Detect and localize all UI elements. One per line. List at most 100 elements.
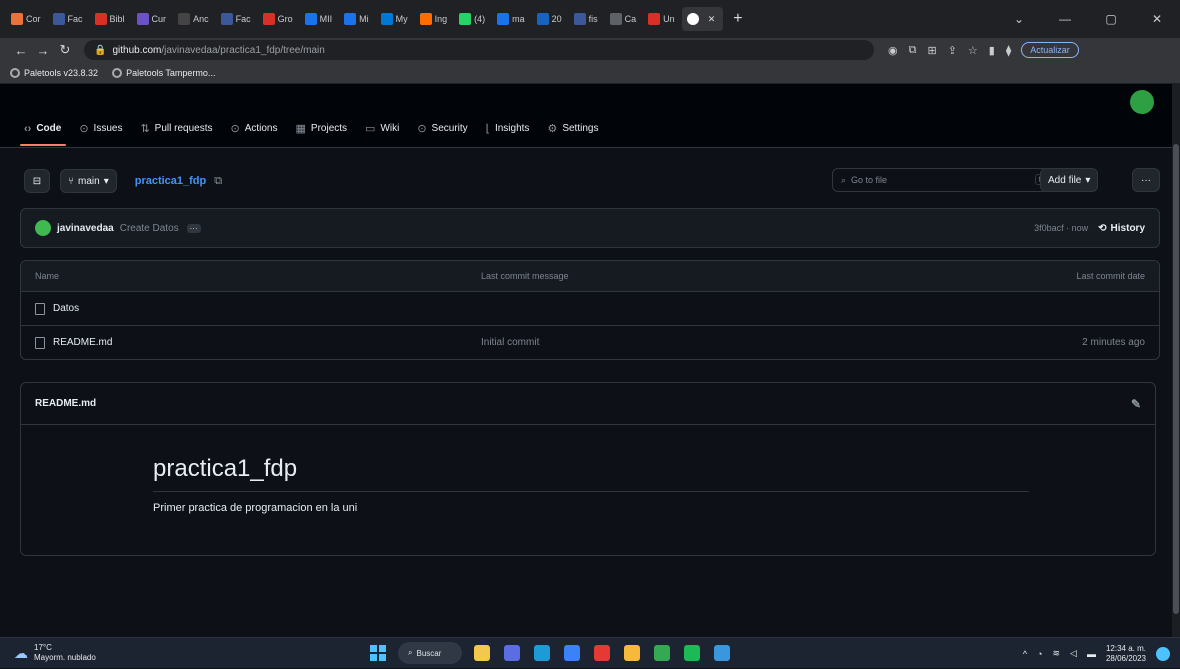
tab-settings[interactable]: ⚙ Settings bbox=[547, 122, 598, 135]
bookmark-item[interactable]: Paletools Tampermo... bbox=[112, 67, 215, 78]
commit-author[interactable]: javinavedaa bbox=[57, 223, 114, 234]
file-table: Name Last commit message Last commit dat… bbox=[20, 260, 1160, 360]
translate-icon[interactable]: ⊞ bbox=[927, 44, 936, 57]
temperature: 17°C bbox=[34, 643, 52, 652]
maximize-button[interactable]: ▢ bbox=[1088, 12, 1134, 26]
screenshot-icon[interactable]: ⧉ bbox=[909, 44, 917, 57]
chrome-icon[interactable] bbox=[654, 645, 670, 661]
google-lens-icon[interactable]: ◉ bbox=[888, 44, 898, 57]
weather-widget[interactable]: ☁ 17°C Mayorm. nublado bbox=[0, 643, 96, 663]
commit-author-avatar[interactable] bbox=[35, 220, 51, 236]
github-icon bbox=[686, 13, 699, 25]
browser-tab[interactable]: Anc bbox=[173, 7, 214, 31]
taskbar-search[interactable]: ⌕ Buscar bbox=[398, 642, 462, 664]
copy-path-icon[interactable]: ⧉ bbox=[214, 175, 222, 188]
user-avatar[interactable] bbox=[1130, 90, 1154, 114]
url-path: /javinavedaa/practica1_fdp/tree/main bbox=[161, 44, 325, 56]
browser-tab[interactable]: Un bbox=[643, 7, 680, 31]
chevron-up-icon[interactable]: ^ bbox=[1023, 649, 1027, 659]
battery-icon[interactable]: ▬ bbox=[1087, 649, 1096, 659]
back-icon[interactable]: ← bbox=[10, 43, 32, 58]
tab-projects[interactable]: ▦ Projects bbox=[296, 122, 348, 135]
browser-tab[interactable]: Gro bbox=[258, 7, 298, 31]
table-row[interactable]: README.md Initial commit 2 minutes ago bbox=[21, 325, 1159, 359]
sidebar-toggle-button[interactable]: ⊟ bbox=[24, 169, 50, 193]
more-options-button[interactable]: ··· bbox=[1132, 168, 1160, 192]
bookmark-star-icon[interactable]: ☆ bbox=[968, 44, 978, 57]
add-file-button[interactable]: Add file ▾ bbox=[1040, 168, 1099, 192]
tab-pull-requests[interactable]: ⇅ Pull requests bbox=[140, 122, 212, 135]
tab-search-icon[interactable]: ⌄ bbox=[996, 12, 1042, 26]
scrollbar[interactable] bbox=[1172, 84, 1180, 637]
tab-favicon-icon bbox=[573, 13, 586, 25]
new-tab-button[interactable]: + bbox=[733, 10, 742, 28]
browser-tab[interactable]: Ca bbox=[605, 7, 642, 31]
minimize-button[interactable]: — bbox=[1042, 12, 1088, 26]
readme-filename[interactable]: README.md bbox=[35, 398, 96, 409]
file-commit-message[interactable]: Initial commit bbox=[481, 337, 1041, 348]
scrollbar-thumb[interactable] bbox=[1173, 144, 1179, 614]
close-window-button[interactable]: ✕ bbox=[1134, 12, 1180, 26]
tab-security[interactable]: ⊙ Security bbox=[417, 122, 467, 135]
opera-icon[interactable] bbox=[594, 645, 610, 661]
active-tab[interactable]: ✕ bbox=[681, 7, 724, 31]
browser-tab[interactable]: Bibl bbox=[90, 7, 130, 31]
extensions-icon[interactable]: ⧫ bbox=[1006, 44, 1011, 57]
vscode-icon[interactable] bbox=[714, 645, 730, 661]
edge-icon[interactable] bbox=[534, 645, 550, 661]
tab-issues[interactable]: ⊙ Issues bbox=[79, 122, 122, 135]
browser-tab[interactable]: Fac bbox=[48, 7, 88, 31]
browser-tab[interactable]: Cur bbox=[132, 7, 172, 31]
tab-insights[interactable]: ⌊ Insights bbox=[486, 122, 530, 135]
reload-icon[interactable]: ↻ bbox=[54, 42, 76, 58]
sidepanel-icon[interactable]: ▮ bbox=[989, 44, 995, 57]
browser-tab[interactable]: Fac bbox=[216, 7, 256, 31]
commit-message[interactable]: Create Datos bbox=[120, 223, 179, 234]
browser-tab[interactable]: MII bbox=[300, 7, 338, 31]
globe-icon bbox=[10, 67, 20, 78]
notification-icon[interactable] bbox=[1156, 646, 1170, 661]
file-name[interactable]: README.md bbox=[53, 337, 112, 348]
file-name[interactable]: Datos bbox=[53, 303, 79, 314]
share-icon[interactable]: ⇪ bbox=[948, 44, 957, 57]
clock[interactable]: 12:34 a. m. 28/06/2023 bbox=[1106, 644, 1146, 664]
spotify-icon[interactable] bbox=[684, 645, 700, 661]
wifi-icon[interactable]: ≋ bbox=[1052, 648, 1060, 659]
forward-icon[interactable]: → bbox=[32, 43, 54, 58]
readme-content: practica1_fdp Primer practica de program… bbox=[21, 425, 1155, 514]
windows-taskbar: ☁ 17°C Mayorm. nublado ⌕ Buscar ^ ◔ ≋ ◁ … bbox=[0, 637, 1180, 668]
browser-tab[interactable]: Cor bbox=[6, 7, 46, 31]
browser-tab[interactable]: Mi bbox=[339, 7, 374, 31]
tab-label: Pull requests bbox=[154, 123, 213, 134]
history-link[interactable]: ⟲ History bbox=[1098, 223, 1145, 234]
browser-tab[interactable]: ma bbox=[492, 7, 530, 31]
url-bar[interactable]: 🔒 github.com/javinavedaa/practica1_fdp/t… bbox=[84, 40, 874, 60]
edit-pencil-icon[interactable]: ✎ bbox=[1131, 397, 1141, 411]
commit-expand-button[interactable]: ··· bbox=[186, 223, 201, 233]
table-row[interactable]: Datos bbox=[21, 291, 1159, 325]
file-icon bbox=[35, 336, 45, 349]
browser-tab[interactable]: 20 bbox=[532, 7, 567, 31]
update-button[interactable]: Actualizar bbox=[1021, 42, 1079, 58]
tab-actions[interactable]: ⊙ Actions bbox=[230, 122, 277, 135]
network-icon[interactable]: ◔ bbox=[1037, 649, 1042, 659]
repo-name-link[interactable]: practica1_fdp bbox=[135, 175, 207, 187]
browser-tab[interactable]: Ing bbox=[415, 7, 453, 31]
browser-tab[interactable]: fis bbox=[569, 7, 603, 31]
go-to-file-search[interactable]: ⌕ Go to file t bbox=[832, 168, 1052, 192]
tab-favicon-icon bbox=[94, 13, 107, 25]
volume-icon[interactable]: ◁ bbox=[1070, 648, 1077, 659]
branch-selector[interactable]: ⑂ main ▾ bbox=[60, 169, 117, 193]
store-icon[interactable] bbox=[564, 645, 580, 661]
meet-icon[interactable] bbox=[504, 645, 520, 661]
tab-code[interactable]: ‹› Code bbox=[24, 122, 61, 135]
file-explorer-icon[interactable] bbox=[474, 645, 490, 661]
windows-start-icon[interactable] bbox=[370, 645, 386, 661]
bookmark-item[interactable]: Paletools v23.8.32 bbox=[10, 67, 98, 78]
commit-hash-time[interactable]: 3f0bacf · now bbox=[1034, 223, 1088, 233]
tab-wiki[interactable]: ▭ Wiki bbox=[365, 122, 399, 135]
browser-tab[interactable]: My bbox=[376, 7, 413, 31]
browser-tab[interactable]: (4) bbox=[454, 7, 490, 31]
close-tab-icon[interactable]: ✕ bbox=[708, 14, 716, 25]
files-icon[interactable] bbox=[624, 645, 640, 661]
